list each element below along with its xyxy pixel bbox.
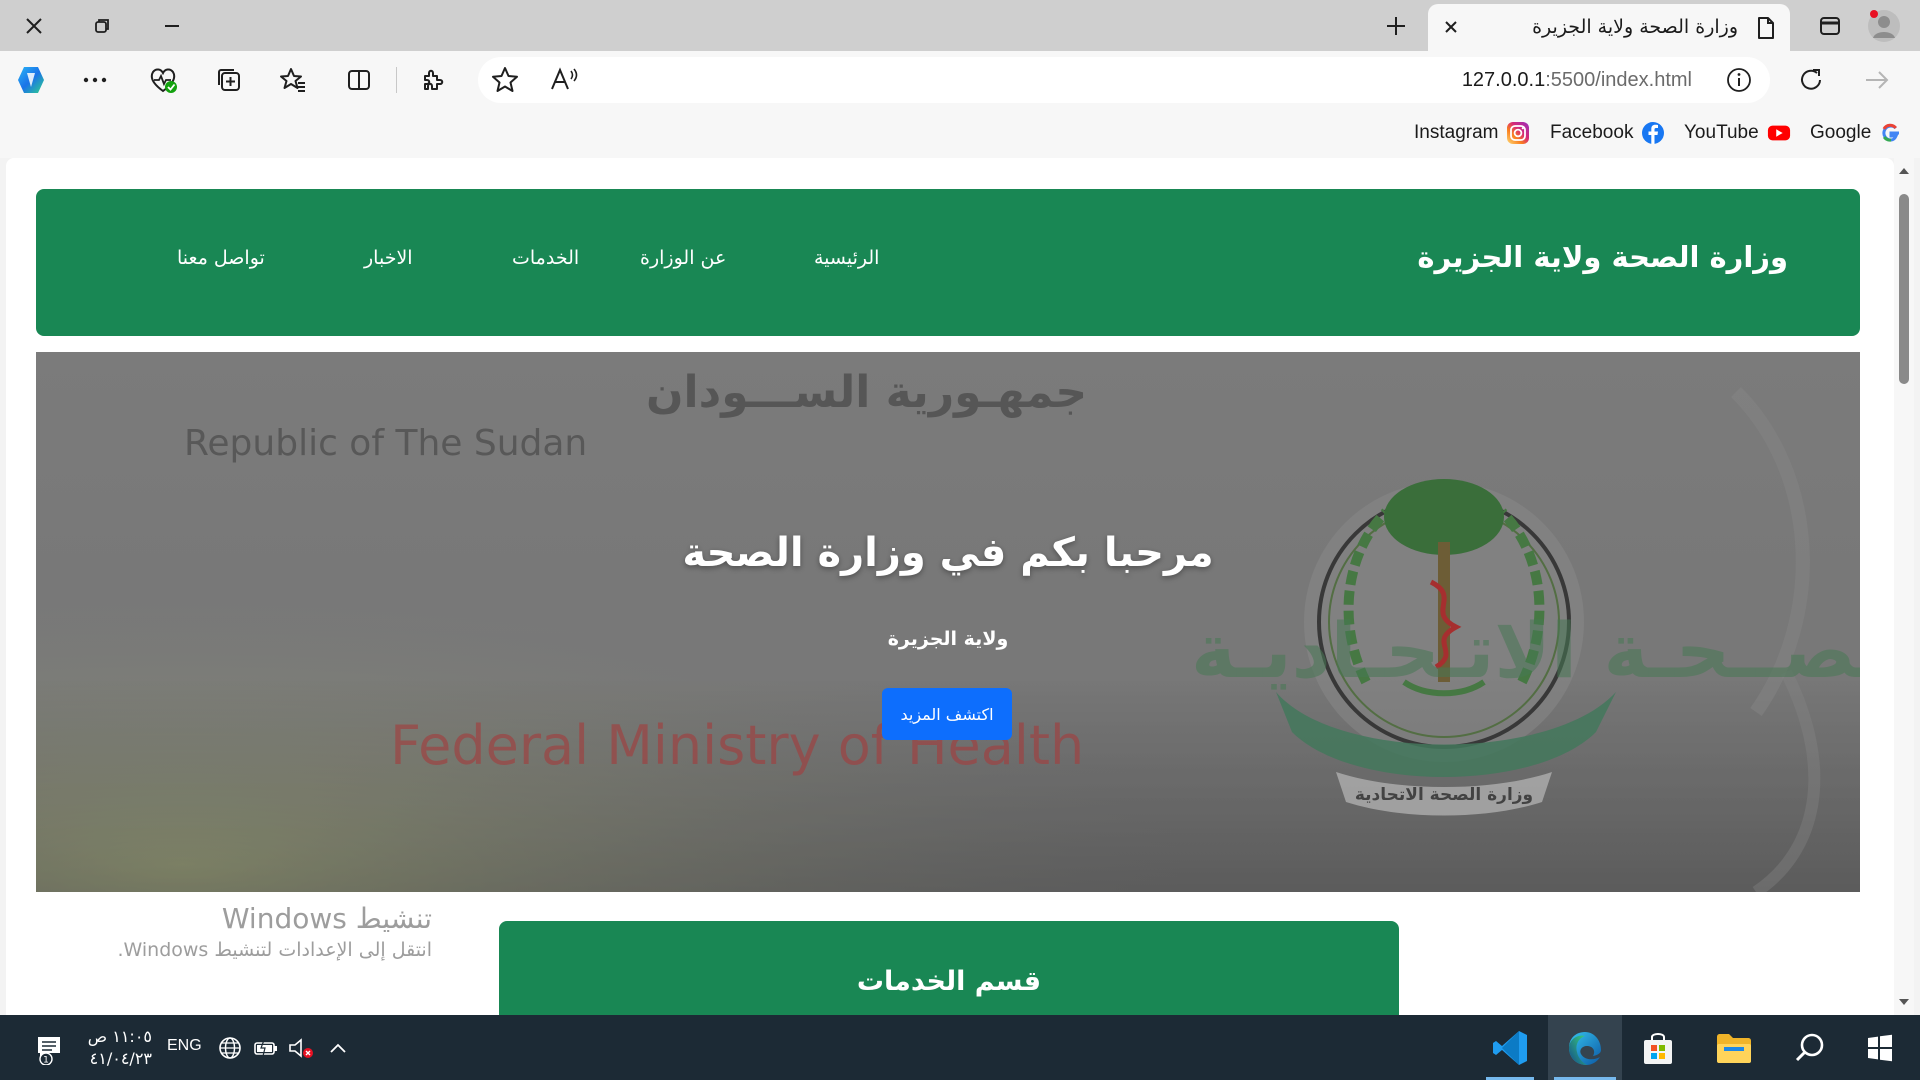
browser-essentials-icon[interactable] <box>144 61 182 99</box>
tab-close-icon[interactable] <box>1436 12 1466 42</box>
system-clock[interactable]: ١١:٠٥ ص ٤١/٠٤/٢٣ <box>86 1026 152 1070</box>
battery-icon[interactable] <box>250 1015 282 1080</box>
favorite-label: Google <box>1810 122 1872 143</box>
site-info-icon[interactable] <box>1726 67 1752 93</box>
page-viewport: وزارة الصحة ولاية الجزيرة الرئيسية عن ال… <box>6 158 1894 1015</box>
nav-home[interactable]: الرئيسية <box>814 247 879 269</box>
explore-more-button[interactable]: اكتشف المزيد <box>882 688 1012 740</box>
hero-subtitle: ولاية الجزيرة <box>887 628 1009 650</box>
nav-news[interactable]: الاخبار <box>364 247 413 269</box>
nav-about[interactable]: عن الوزارة <box>640 247 726 269</box>
site-brand[interactable]: وزارة الصحة ولاية الجزيرة <box>1417 240 1788 274</box>
favorite-youtube[interactable]: YouTube <box>1684 120 1791 146</box>
services-section-header: قسم الخدمات <box>499 921 1399 1015</box>
url-path: :5500/index.html <box>1545 69 1692 91</box>
file-explorer-taskbar-icon[interactable] <box>1704 1015 1764 1080</box>
show-hidden-icons-chevron-icon[interactable] <box>322 1015 354 1080</box>
browser-toolbar: 127.0.0.1:5500/index.html <box>0 51 1920 108</box>
tab-strip: وزارة الصحة ولاية الجزيرة <box>0 0 1920 51</box>
page-file-icon <box>1756 16 1776 40</box>
add-favorite-star-icon[interactable] <box>490 65 520 95</box>
windows-taskbar: 1 ١١:٠٥ ص ٤١/٠٤/٢٣ ENG <box>0 1015 1920 1080</box>
more-options-icon[interactable] <box>76 61 114 99</box>
tab-title: وزارة الصحة ولاية الجزيرة <box>1532 16 1738 38</box>
favorite-google[interactable]: Google <box>1810 120 1903 146</box>
activation-title: تنشيط Windows <box>221 902 432 935</box>
split-screen-icon[interactable] <box>340 61 378 99</box>
edge-taskbar-icon[interactable] <box>1548 1015 1622 1080</box>
main-nav: الرئيسية عن الوزارة الخدمات الاخبار تواص… <box>136 247 916 277</box>
facebook-icon <box>1641 121 1665 145</box>
nav-contact[interactable]: تواصل معنا <box>177 247 265 269</box>
nav-services[interactable]: الخدمات <box>512 247 579 269</box>
page-scrollbar[interactable] <box>1894 158 1914 1015</box>
favorite-facebook[interactable]: Facebook <box>1550 120 1665 146</box>
network-globe-icon[interactable] <box>214 1015 246 1080</box>
collections-icon[interactable] <box>210 61 248 99</box>
services-title: قسم الخدمات <box>856 966 1042 997</box>
site-header: وزارة الصحة ولاية الجزيرة الرئيسية عن ال… <box>36 189 1860 336</box>
minimize-window-icon[interactable] <box>152 6 192 46</box>
toolbar-divider <box>396 67 397 93</box>
read-aloud-icon[interactable] <box>550 67 580 93</box>
clock-date: ٤١/٠٤/٢٣ <box>89 1049 152 1068</box>
notification-count: 1 <box>43 1055 49 1065</box>
scroll-down-arrow-icon <box>1899 999 1909 1005</box>
volume-muted-icon[interactable] <box>284 1015 318 1080</box>
vscode-taskbar-icon[interactable] <box>1480 1015 1540 1080</box>
favorite-instagram[interactable]: Instagram <box>1414 120 1530 146</box>
microsoft-store-taskbar-icon[interactable] <box>1628 1015 1688 1080</box>
new-tab-icon[interactable] <box>1376 6 1416 46</box>
profile-avatar-icon[interactable] <box>1864 6 1904 46</box>
refresh-icon[interactable] <box>1792 61 1830 99</box>
copilot-icon[interactable] <box>12 61 50 99</box>
activation-subtitle: انتقل إلى الإعدادات لتنشيط Windows. <box>117 939 432 961</box>
extensions-icon[interactable] <box>414 61 452 99</box>
hero-title: مرحبا بكم في وزارة الصحة <box>682 530 1214 576</box>
instagram-icon <box>1506 121 1530 145</box>
hero-content: مرحبا بكم في وزارة الصحة ولاية الجزيرة ا… <box>36 352 1860 892</box>
forward-arrow-icon[interactable] <box>1858 61 1896 99</box>
address-bar[interactable]: 127.0.0.1:5500/index.html <box>478 57 1770 103</box>
favorites-icon[interactable] <box>274 61 312 99</box>
browser-tab-active[interactable]: وزارة الصحة ولاية الجزيرة <box>1428 4 1790 51</box>
hero-section: وزارة الصحة الاتحادية جمهـورية الســـودا… <box>36 352 1860 892</box>
favorite-label: Instagram <box>1414 122 1499 143</box>
notification-center-icon[interactable]: 1 <box>24 1015 74 1080</box>
input-language[interactable]: ENG <box>167 1037 202 1055</box>
scroll-up-arrow-icon <box>1899 168 1909 174</box>
favorite-label: YouTube <box>1684 122 1759 143</box>
scrollbar-thumb[interactable] <box>1899 194 1909 384</box>
search-taskbar-icon[interactable] <box>1782 1015 1838 1080</box>
clock-time: ١١:٠٥ ص <box>87 1027 152 1046</box>
url-host: 127.0.0.1 <box>1461 69 1546 91</box>
close-window-icon[interactable] <box>14 6 54 46</box>
windows-activation-watermark: تنشيط Windows انتقل إلى الإعدادات لتنشيط… <box>117 902 432 961</box>
restore-window-icon[interactable] <box>82 6 122 46</box>
favorite-label: Facebook <box>1550 122 1634 143</box>
favorites-bar: Google YouTube Facebook Instagram <box>0 108 1920 158</box>
tab-actions-icon[interactable] <box>1810 6 1850 46</box>
windows-start-icon[interactable] <box>1852 1015 1908 1080</box>
google-icon <box>1879 121 1903 145</box>
youtube-icon <box>1767 121 1791 145</box>
url-text[interactable]: 127.0.0.1:5500/index.html <box>1462 69 1692 92</box>
